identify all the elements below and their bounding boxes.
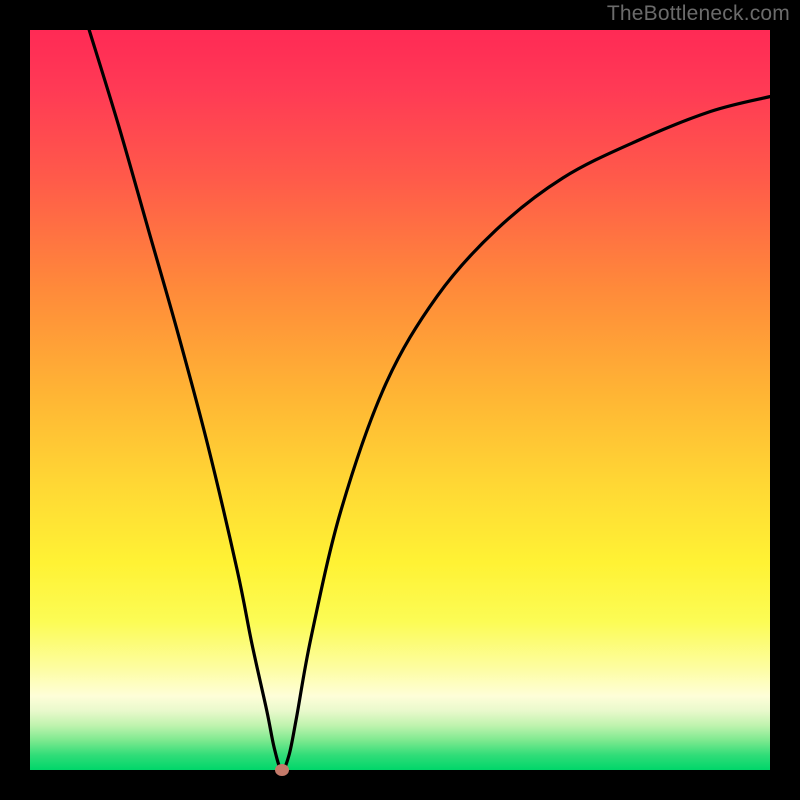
bottleneck-curve-path bbox=[89, 30, 770, 770]
minimum-marker bbox=[275, 764, 289, 776]
chart-frame: TheBottleneck.com bbox=[0, 0, 800, 800]
plot-area bbox=[30, 30, 770, 770]
watermark-text: TheBottleneck.com bbox=[607, 2, 790, 26]
curve-svg bbox=[30, 30, 770, 770]
